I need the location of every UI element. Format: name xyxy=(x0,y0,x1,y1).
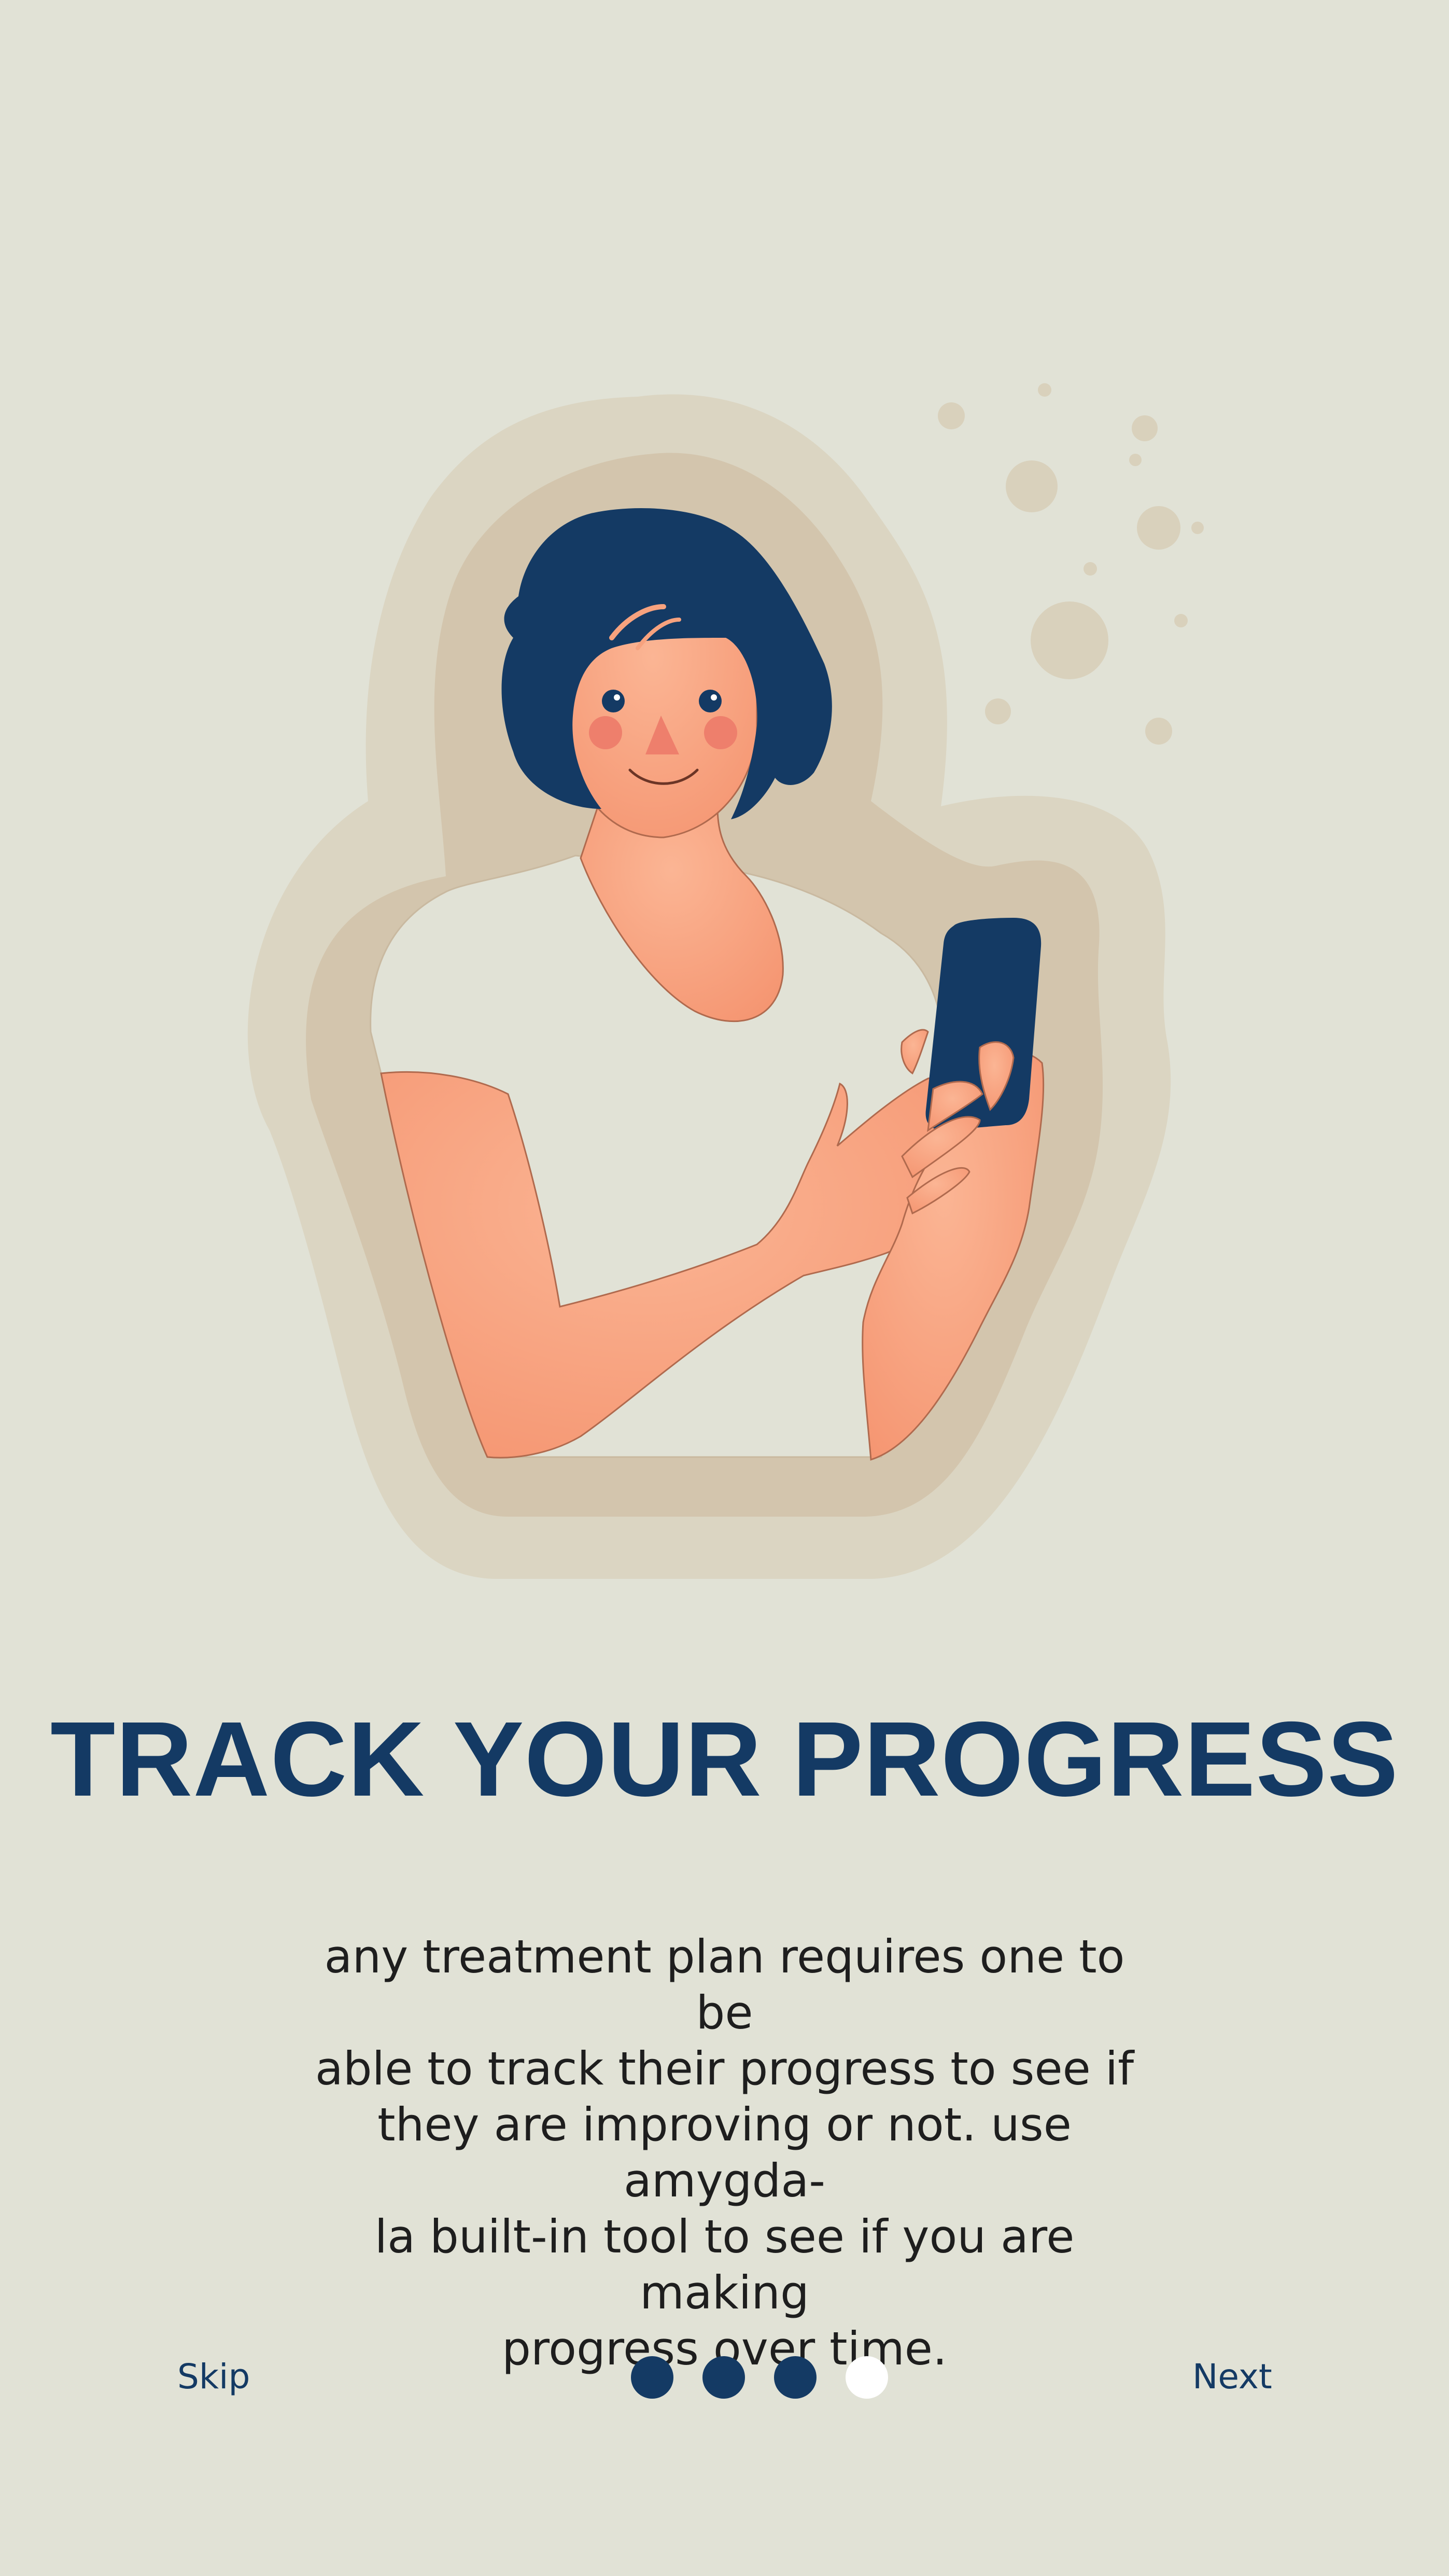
page-title: TRACK YOUR PROGRESS xyxy=(50,1700,1399,1818)
eye-right xyxy=(699,690,722,712)
onboarding-screen: TRACK YOUR PROGRESS any treatment plan r… xyxy=(0,0,1449,2576)
onboarding-navigation: Skip Next xyxy=(0,2344,1449,2411)
next-button[interactable]: Next xyxy=(1192,2356,1272,2398)
page-indicator xyxy=(631,2356,888,2400)
skip-button[interactable]: Skip xyxy=(177,2356,250,2398)
woman-with-phone-illustration xyxy=(247,383,1204,1579)
page-dot-1[interactable] xyxy=(631,2356,673,2399)
cheek-right xyxy=(704,716,737,749)
page-dot-2[interactable] xyxy=(702,2356,745,2399)
cheek-left xyxy=(589,716,622,749)
page-dot-3[interactable] xyxy=(774,2356,817,2399)
decorative-bubbles xyxy=(938,383,1204,745)
eye-left xyxy=(602,690,625,712)
page-dot-4[interactable] xyxy=(846,2356,888,2399)
page-description: any treatment plan requires one to be ab… xyxy=(315,1930,1134,2375)
